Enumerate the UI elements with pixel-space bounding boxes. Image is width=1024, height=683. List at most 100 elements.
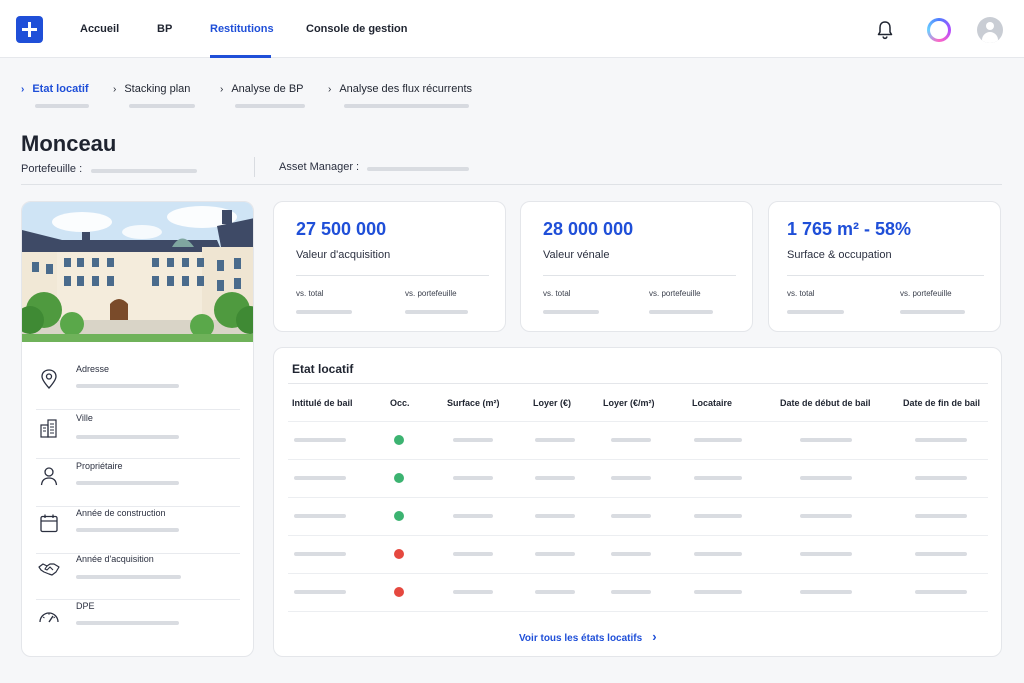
kpi-vs-portfolio-label: vs. portefeuille bbox=[649, 289, 701, 298]
cell-placeholder bbox=[800, 552, 852, 556]
cell-placeholder bbox=[694, 552, 742, 556]
column-header-surface[interactable]: Surface (m²) bbox=[447, 398, 500, 408]
kpi-card-acquisition: 27 500 000 Valeur d'acquisition vs. tota… bbox=[273, 201, 506, 332]
table-top-divider bbox=[288, 383, 988, 384]
row-divider bbox=[36, 599, 240, 600]
etat-locatif-card: Etat locatif Intitulé de bail Occ. Surfa… bbox=[273, 347, 1002, 657]
building-photo bbox=[22, 202, 253, 342]
cell-placeholder bbox=[294, 552, 346, 556]
asset-manager-label: Asset Manager : bbox=[279, 161, 360, 173]
subnav-analyse-des-flux-recurrents[interactable]: › Analyse des flux récurrents bbox=[328, 83, 472, 95]
field-label: Ville bbox=[76, 413, 93, 423]
cell-placeholder bbox=[535, 514, 575, 518]
property-field-dpe: DPE bbox=[36, 601, 240, 631]
subnav-placeholder-bar bbox=[35, 104, 89, 108]
nav-item-restitutions[interactable]: Restitutions bbox=[210, 23, 274, 35]
subnav-analyse-de-bp[interactable]: › Analyse de BP bbox=[220, 83, 304, 95]
user-avatar[interactable] bbox=[977, 17, 1003, 43]
column-header-date-fin[interactable]: Date de fin de bail bbox=[903, 398, 980, 408]
field-label: Année d'acquisition bbox=[76, 554, 154, 564]
column-header-loyer-m2[interactable]: Loyer (€/m²) bbox=[603, 398, 655, 408]
portfolio-value-placeholder bbox=[91, 169, 197, 173]
kpi-vs-total-label: vs. total bbox=[787, 289, 815, 298]
kpi-vs-total-label: vs. total bbox=[296, 289, 324, 298]
cell-placeholder bbox=[800, 476, 852, 480]
field-value-placeholder bbox=[76, 621, 179, 625]
cell-placeholder bbox=[915, 476, 967, 480]
nav-item-accueil[interactable]: Accueil bbox=[80, 23, 119, 35]
assistant-ring-icon[interactable] bbox=[927, 18, 951, 42]
nav-item-console-de-gestion[interactable]: Console de gestion bbox=[306, 23, 407, 35]
row-divider bbox=[288, 611, 988, 612]
column-header-date-debut[interactable]: Date de début de bail bbox=[780, 398, 871, 408]
row-divider bbox=[36, 409, 240, 410]
calendar-icon bbox=[40, 514, 58, 533]
row-divider bbox=[288, 535, 988, 536]
cell-placeholder bbox=[453, 552, 493, 556]
handshake-icon bbox=[38, 563, 60, 576]
app-logo[interactable] bbox=[16, 16, 43, 43]
field-label: Propriétaire bbox=[76, 461, 123, 471]
field-value-placeholder bbox=[76, 481, 179, 485]
cell-placeholder bbox=[535, 438, 575, 442]
kpi-value: 1 765 m² - 58% bbox=[787, 219, 912, 239]
bell-icon[interactable] bbox=[876, 20, 894, 40]
cell-placeholder bbox=[453, 514, 493, 518]
cell-placeholder bbox=[294, 438, 346, 442]
cell-placeholder bbox=[694, 438, 742, 442]
cell-placeholder bbox=[453, 438, 493, 442]
kpi-divider bbox=[787, 275, 984, 276]
column-header-locataire[interactable]: Locataire bbox=[692, 398, 732, 408]
see-all-leases-link[interactable]: Voir tous les états locatifs › bbox=[519, 629, 657, 644]
nav-item-bp[interactable]: BP bbox=[157, 23, 172, 35]
cell-placeholder bbox=[294, 590, 346, 594]
chevron-right-icon: › bbox=[328, 84, 332, 95]
kpi-vs-portfolio-placeholder bbox=[900, 310, 965, 314]
field-label: Année de construction bbox=[76, 508, 166, 518]
column-header-occ[interactable]: Occ. bbox=[390, 398, 410, 408]
cell-placeholder bbox=[800, 438, 852, 442]
cell-placeholder bbox=[535, 552, 575, 556]
kpi-card-surface-occupation: 1 765 m² - 58% Surface & occupation vs. … bbox=[768, 201, 1001, 332]
cell-placeholder bbox=[611, 476, 651, 480]
property-field-ville: Ville bbox=[36, 413, 240, 459]
kpi-vs-total-placeholder bbox=[296, 310, 352, 314]
subnav-stacking-plan[interactable]: › Stacking plan bbox=[113, 83, 190, 95]
chevron-right-icon: › bbox=[113, 84, 117, 95]
occupancy-status-dot bbox=[394, 473, 404, 483]
cell-placeholder bbox=[453, 590, 493, 594]
cell-placeholder bbox=[915, 438, 967, 442]
cell-placeholder bbox=[611, 590, 651, 594]
property-field-proprietaire: Propriétaire bbox=[36, 461, 240, 507]
column-header-intitule[interactable]: Intitulé de bail bbox=[292, 398, 353, 408]
kpi-vs-portfolio-placeholder bbox=[649, 310, 713, 314]
kpi-vs-total-placeholder bbox=[787, 310, 844, 314]
subnav-etat-locatif[interactable]: › Etat locatif bbox=[21, 83, 89, 95]
chevron-right-icon: › bbox=[220, 84, 224, 95]
user-icon bbox=[40, 467, 58, 486]
row-divider bbox=[36, 506, 240, 507]
kpi-vs-total-placeholder bbox=[543, 310, 599, 314]
kpi-caption: Valeur d'acquisition bbox=[296, 249, 391, 261]
property-card: Adresse Ville Propriétaire Année de cons… bbox=[21, 201, 254, 657]
kpi-value: 27 500 000 bbox=[296, 219, 387, 239]
column-header-loyer[interactable]: Loyer (€) bbox=[533, 398, 571, 408]
asset-manager-value-placeholder bbox=[367, 167, 469, 171]
row-divider bbox=[36, 458, 240, 459]
property-field-annee-d-acquisition: Année d'acquisition bbox=[36, 554, 240, 600]
property-field-adresse: Adresse bbox=[36, 364, 240, 410]
cell-placeholder bbox=[694, 476, 742, 480]
kpi-vs-portfolio-placeholder bbox=[405, 310, 468, 314]
cell-placeholder bbox=[611, 514, 651, 518]
field-value-placeholder bbox=[76, 575, 181, 579]
map-pin-icon bbox=[41, 369, 57, 389]
property-field-annee-de-construction: Année de construction bbox=[36, 508, 240, 554]
cell-placeholder bbox=[800, 590, 852, 594]
cell-placeholder bbox=[294, 514, 346, 518]
table-title: Etat locatif bbox=[292, 362, 354, 376]
cell-placeholder bbox=[694, 514, 742, 518]
top-navigation-bar: Accueil BP Restitutions Console de gesti… bbox=[0, 0, 1024, 58]
kpi-caption: Surface & occupation bbox=[787, 249, 892, 261]
occupancy-status-dot bbox=[394, 587, 404, 597]
active-nav-indicator bbox=[210, 55, 271, 58]
